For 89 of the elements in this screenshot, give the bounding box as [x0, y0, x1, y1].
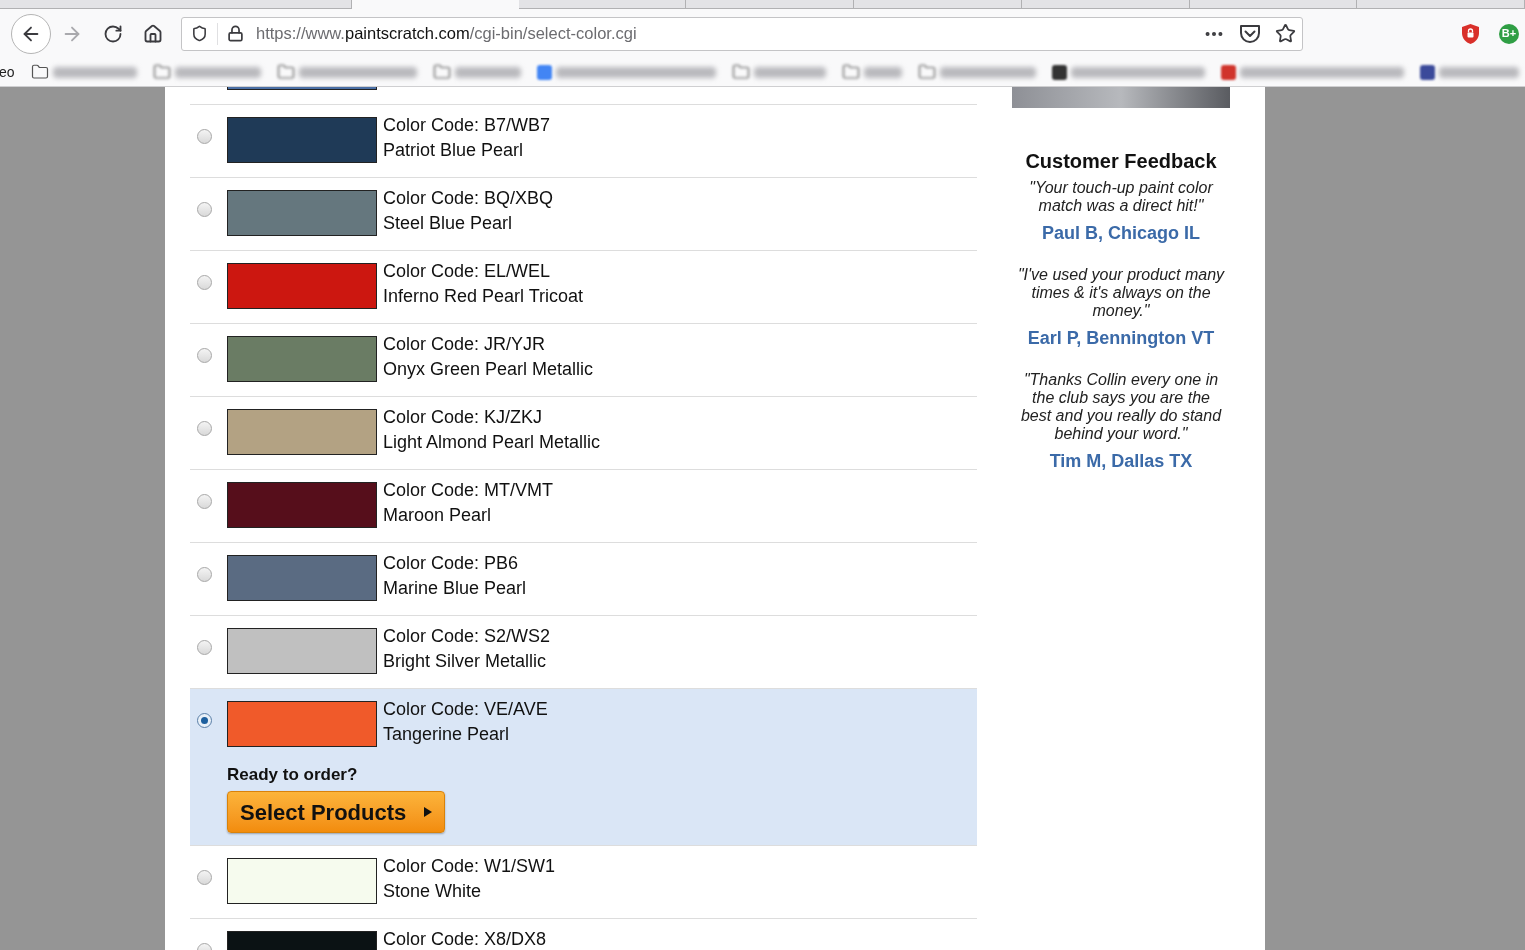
folder-icon — [432, 63, 451, 81]
radio-button[interactable] — [197, 640, 212, 655]
radio-button[interactable] — [197, 421, 212, 436]
radio-button[interactable] — [197, 129, 212, 144]
color-name: Maroon Pearl — [383, 504, 493, 527]
browser-tab[interactable] — [518, 0, 687, 9]
color-code: Color Code: PB6 — [383, 552, 520, 575]
color-name: Inferno Red Pearl Tricoat — [383, 285, 584, 308]
ad-banner-image[interactable] — [1012, 87, 1230, 108]
browser-tab[interactable] — [352, 0, 519, 9]
color-name: Steel Blue Pearl — [383, 212, 514, 235]
pocket-icon[interactable] — [1239, 23, 1261, 44]
browser-tab[interactable] — [1357, 0, 1525, 9]
testimonial-author: Paul B, Chicago IL — [1042, 222, 1200, 244]
color-code: Color Code: KJ/ZKJ — [383, 406, 544, 429]
color-code: Color Code: MT/VMT — [383, 479, 554, 502]
blurred-bookmark[interactable] — [555, 66, 716, 78]
color-option-row[interactable]: Color Code: VE/AVE Tangerine Pearl Ready to order? Select Products — [190, 688, 977, 845]
testimonial-quote: "I've used your product many times & it's always on the money." — [1016, 266, 1226, 320]
testimonial-author: Earl P, Bennington VT — [1027, 327, 1215, 349]
color-code: Color Code: JR/YJR — [383, 333, 547, 356]
bookmark-label[interactable]: eo — [0, 61, 15, 83]
folder-icon — [731, 63, 750, 81]
testimonial-quote: "Thanks Collin every one in the club says you are the best and you really do stand behind your word." — [1019, 371, 1223, 443]
blurred-bookmark[interactable] — [753, 66, 826, 78]
color-option-row[interactable]: Color Code: B7/WB7 Patriot Blue Pearl — [190, 104, 977, 177]
color-name: Light Almond Pearl Metallic — [383, 431, 601, 454]
color-name: Patriot Blue Pearl — [383, 139, 525, 162]
testimonial-quote: "Your touch-up paint color match was a direct hit!" — [1028, 179, 1215, 215]
url-field[interactable]: https://www.paintscratch.com/cgi-bin/select-color.cgi — [256, 21, 637, 46]
color-option-row[interactable]: Color Code: X8/DX8 — [190, 918, 977, 950]
radio-button[interactable] — [197, 713, 212, 728]
browser-tab[interactable] — [854, 0, 1022, 9]
folder-icon — [152, 63, 171, 81]
color-option-row[interactable]: Color Code: W1/SW1 Stone White — [190, 845, 977, 918]
color-code: Color Code: W1/SW1 — [383, 855, 556, 878]
browser-tab[interactable] — [1021, 0, 1190, 9]
blurred-bookmark[interactable] — [298, 66, 417, 78]
select-products-button[interactable]: Select Products — [227, 791, 446, 833]
color-option-row[interactable]: Color Code: MT/VMT Maroon Pearl — [190, 469, 977, 542]
radio-button[interactable] — [197, 275, 212, 290]
color-name: Bright Silver Metallic — [383, 650, 548, 673]
color-name: Tangerine Pearl — [383, 723, 511, 746]
folder-icon — [917, 63, 936, 81]
back-button[interactable] — [11, 13, 51, 54]
shield-icon[interactable] — [191, 25, 208, 42]
address-bar[interactable]: https://www.paintscratch.com/cgi-bin/select-color.cgi — [181, 16, 1303, 51]
color-option-row[interactable]: Color Code: KJ/ZKJ Light Almond Pearl Metallic — [190, 396, 977, 469]
color-code: Color Code: B7/WB7 — [383, 114, 551, 137]
triangle-right-icon — [424, 807, 433, 817]
testimonial-author: Tim M, Dallas TX — [1049, 450, 1193, 472]
radio-button[interactable] — [197, 567, 212, 582]
home-icon — [143, 23, 163, 44]
blurred-bookmark[interactable] — [939, 66, 1036, 78]
folder-icon — [841, 63, 860, 81]
color-code: Color Code: BQ/XBQ — [383, 187, 554, 210]
color-option-row[interactable]: Color Code: EL/WEL Inferno Red Pearl Tricoat — [190, 250, 977, 323]
browser-tab[interactable] — [686, 0, 855, 9]
color-code: Color Code: VE/AVE — [383, 698, 548, 721]
blurred-bookmark[interactable] — [1438, 66, 1519, 78]
browser-tab[interactable] — [1189, 0, 1358, 9]
folder-icon — [30, 63, 49, 81]
color-name: Marine Blue Pearl — [383, 577, 527, 600]
radio-button[interactable] — [197, 202, 212, 217]
color-option-row[interactable]: Color Code: PB6 Marine Blue Pearl — [190, 542, 977, 615]
reload-icon — [103, 23, 123, 44]
shield-lock-icon[interactable] — [1462, 23, 1479, 44]
radio-button[interactable] — [197, 348, 212, 363]
sidebar-heading: Customer Feedback — [1025, 149, 1217, 173]
color-code: Color Code: X8/DX8 — [383, 928, 547, 950]
blurred-bookmark[interactable] — [1239, 66, 1404, 78]
blurred-bookmark[interactable] — [863, 66, 902, 78]
color-code: Color Code: EL/WEL — [383, 260, 552, 283]
order-prompt: Ready to order? — [227, 765, 358, 785]
blurred-bookmark[interactable] — [174, 66, 261, 78]
blurred-bookmark[interactable] — [52, 66, 137, 78]
blurred-bookmark[interactable] — [454, 66, 521, 78]
folder-icon — [276, 63, 295, 81]
star-icon[interactable] — [1275, 23, 1296, 44]
blurred-bookmark[interactable] — [1070, 66, 1205, 78]
color-name: Onyx Green Pearl Metallic — [383, 358, 594, 381]
color-option-row[interactable]: Color Code: BQ/XBQ Steel Blue Pearl — [190, 177, 977, 250]
color-option-row[interactable]: Color Code: S2/WS2 Bright Silver Metallic — [190, 615, 977, 688]
radio-button[interactable] — [197, 870, 212, 885]
color-code: Color Code: S2/WS2 — [383, 625, 551, 648]
radio-button[interactable] — [197, 494, 212, 509]
color-option-row[interactable]: Color Code: JR/YJR Onyx Green Pearl Metallic — [190, 323, 977, 396]
color-name: Stone White — [383, 880, 483, 903]
lock-icon[interactable] — [227, 25, 244, 42]
